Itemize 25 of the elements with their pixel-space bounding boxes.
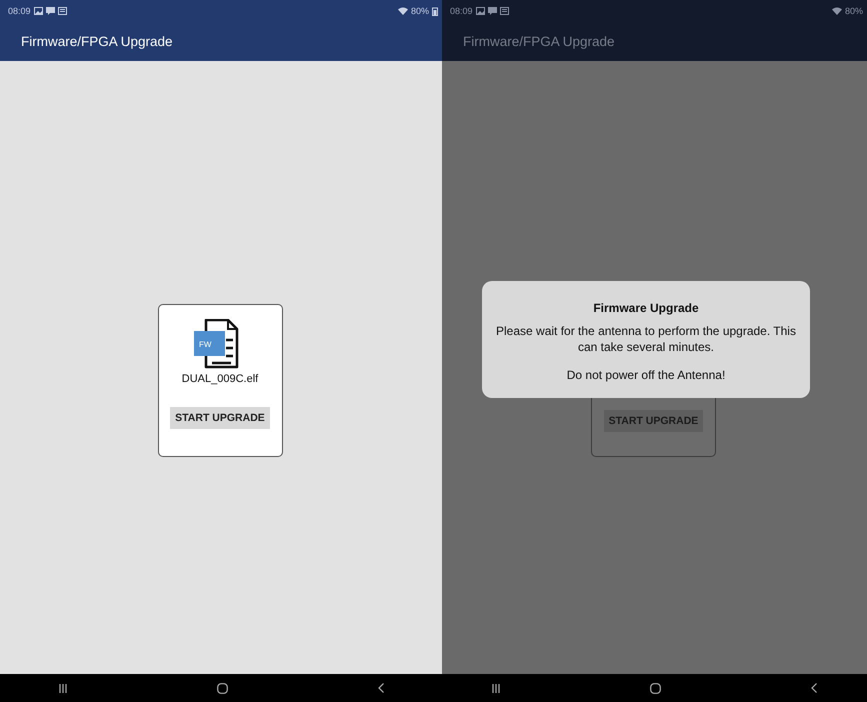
wifi-icon — [398, 7, 408, 15]
message-icon — [46, 7, 55, 15]
start-upgrade-button[interactable]: START UPGRADE — [170, 407, 270, 429]
dialog-warning: Do not power off the Antenna! — [566, 368, 726, 382]
status-time: 08:09 — [8, 6, 31, 16]
battery-level: 80% — [844, 6, 863, 16]
recent-apps-icon[interactable] — [492, 684, 500, 692]
screen-title: Firmware/FPGA Upgrade — [463, 34, 615, 49]
file-name: DUAL_009C.elf — [182, 373, 258, 385]
home-icon[interactable] — [650, 682, 661, 694]
document-icon — [58, 7, 67, 15]
dialog-title: Firmware Upgrade — [593, 301, 699, 315]
image-icon — [476, 7, 485, 15]
back-icon[interactable] — [811, 683, 817, 693]
status-time: 08:09 — [450, 6, 473, 16]
image-icon — [34, 7, 43, 15]
screen-title: Firmware/FPGA Upgrade — [21, 34, 173, 49]
wifi-icon — [832, 7, 842, 15]
document-icon — [500, 7, 509, 15]
home-icon[interactable] — [216, 682, 228, 694]
recent-apps-icon[interactable] — [58, 684, 66, 692]
dialog-message: Please wait for the antenna to perform the upgrade. This can take several minutes. — [495, 324, 797, 356]
message-icon — [488, 7, 497, 15]
battery-level: 80% — [410, 6, 429, 16]
back-icon[interactable] — [378, 683, 384, 693]
